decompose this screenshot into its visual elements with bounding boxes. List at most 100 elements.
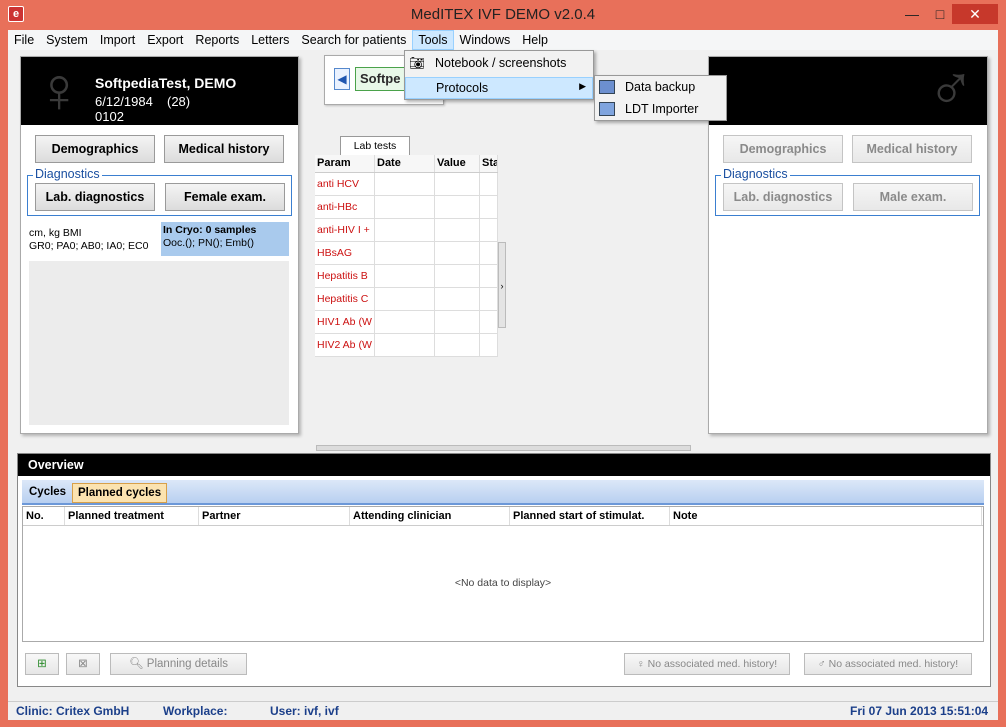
bmi-line: cm, kg BMI	[29, 227, 82, 239]
diagnostics-label: Diagnostics	[33, 167, 102, 181]
patient-id: 0102	[95, 109, 124, 124]
menu-bar: File System Import Export Reports Letter…	[8, 30, 998, 50]
no-data-message: <No data to display>	[454, 577, 552, 589]
col-planned-treatment[interactable]: Planned treatment	[65, 507, 199, 525]
female-panel: ♀ SoftpediaTest, DEMO 6/12/1984 (28) 010…	[20, 54, 299, 434]
cryo-title: In Cryo: 0 samples	[163, 224, 257, 236]
table-row[interactable]: HIV2 Ab (W	[315, 334, 498, 357]
male-icon: ♂	[817, 658, 826, 670]
status-user: User: ivf, ivf	[270, 704, 339, 718]
horizontal-splitter[interactable]	[316, 445, 691, 451]
table-row[interactable]: anti-HIV I +	[315, 219, 498, 242]
menu-item-protocols[interactable]: Protocols ▶	[405, 77, 593, 99]
col-partner[interactable]: Partner	[199, 507, 350, 525]
col-param[interactable]: Param	[315, 155, 375, 172]
table-row[interactable]: Hepatitis B	[315, 265, 498, 288]
table-row[interactable]: anti HCV	[315, 173, 498, 196]
delete-icon: ⊠	[78, 658, 88, 670]
table-row[interactable]: Hepatitis C	[315, 288, 498, 311]
male-exam-button[interactable]: Male exam.	[853, 183, 973, 211]
add-cycle-button[interactable]: ⊞	[25, 653, 59, 675]
female-demographics-button[interactable]: Demographics	[35, 135, 155, 163]
menu-item-notebook[interactable]: 📷︎ Notebook / screenshots	[405, 53, 593, 75]
delete-cycle-button[interactable]: ⊠	[66, 653, 100, 675]
female-info: cm, kg BMI GR0; PA0; AB0; IA0; EC0	[29, 227, 148, 253]
col-planned-start[interactable]: Planned start of stimulat.	[510, 507, 670, 525]
back-arrow-icon[interactable]: ◀	[334, 68, 350, 90]
male-symbol-icon: ♂	[927, 52, 975, 124]
protocols-submenu: Data backup LDT Importer	[594, 75, 727, 121]
overview-tabs: Cycles Planned cycles	[22, 480, 984, 505]
col-no[interactable]: No.	[23, 507, 65, 525]
lab-tests-header: Param Date Value Sta	[315, 155, 498, 173]
col-value[interactable]: Value	[435, 155, 480, 172]
male-lab-diagnostics-button[interactable]: Lab. diagnostics	[723, 183, 843, 211]
female-notes-area	[29, 261, 289, 425]
submenu-arrow-icon: ▶	[579, 81, 586, 91]
menu-item-data-backup[interactable]: Data backup	[595, 77, 726, 99]
status-workplace: Workplace:	[163, 704, 228, 718]
menu-search-for-patients[interactable]: Search for patients	[295, 30, 412, 50]
tab-lab-tests[interactable]: Lab tests	[340, 136, 410, 156]
menu-letters[interactable]: Letters	[245, 30, 295, 50]
female-symbol-icon: ♀	[35, 54, 83, 126]
diagnostics-label: Diagnostics	[721, 167, 790, 181]
lab-param: HBsAG	[315, 242, 375, 264]
menu-item-data-backup-label: Data backup	[625, 80, 696, 94]
menu-file[interactable]: File	[8, 30, 40, 50]
cryo-info[interactable]: In Cryo: 0 samples Ooc.(); PN(); Emb()	[161, 222, 289, 256]
male-no-history-button[interactable]: ♂ No associated med. history!	[804, 653, 972, 675]
menu-windows[interactable]: Windows	[454, 30, 517, 50]
menu-system[interactable]: System	[40, 30, 94, 50]
col-date[interactable]: Date	[375, 155, 435, 172]
tools-menu: 📷︎ Notebook / screenshots Protocols ▶	[404, 50, 594, 100]
female-icon: ♀	[636, 658, 645, 670]
backup-icon	[599, 80, 615, 94]
lab-param: HIV1 Ab (W	[315, 311, 375, 333]
menu-import[interactable]: Import	[94, 30, 141, 50]
female-lab-diagnostics-button[interactable]: Lab. diagnostics	[35, 183, 155, 211]
add-icon: ⊞	[37, 658, 47, 670]
female-header: ♀ SoftpediaTest, DEMO 6/12/1984 (28) 010…	[21, 54, 298, 126]
male-medical-history-button[interactable]: Medical history	[852, 135, 972, 163]
table-row[interactable]: HIV1 Ab (W	[315, 311, 498, 334]
female-medical-history-button[interactable]: Medical history	[164, 135, 284, 163]
male-no-history-label: No associated med. history!	[828, 658, 959, 670]
menu-export[interactable]: Export	[141, 30, 189, 50]
col-note[interactable]: Note	[670, 507, 982, 525]
lab-param: Hepatitis B	[315, 265, 375, 287]
planned-cycles-grid: No. Planned treatment Partner Attending …	[22, 506, 984, 642]
import-icon	[599, 102, 615, 116]
tab-planned-cycles[interactable]: Planned cycles	[72, 483, 168, 503]
table-row[interactable]: HBsAG	[315, 242, 498, 265]
male-panel: ♂ Demographics Medical history Diagnosti…	[708, 52, 988, 434]
title-bar: e MedITEX IVF DEMO v2.0.4 — □ ✕	[0, 0, 1006, 30]
camera-icon: 📷︎	[409, 56, 425, 70]
lab-tests-table: Param Date Value Sta anti HCV anti-HBc a…	[315, 155, 498, 357]
planning-details-label: Planning details	[146, 658, 228, 670]
table-row[interactable]: anti-HBc	[315, 196, 498, 219]
menu-reports[interactable]: Reports	[189, 30, 245, 50]
menu-item-ldt-importer[interactable]: LDT Importer	[595, 99, 726, 121]
female-no-history-label: No associated med. history!	[647, 658, 778, 670]
menu-item-ldt-importer-label: LDT Importer	[625, 102, 699, 116]
maximize-button[interactable]: □	[926, 4, 954, 24]
vertical-splitter[interactable]: ›	[498, 242, 506, 328]
female-no-history-button[interactable]: ♀ No associated med. history!	[624, 653, 790, 675]
col-attending-clinician[interactable]: Attending clinician	[350, 507, 510, 525]
col-status[interactable]: Sta	[480, 155, 498, 172]
male-demographics-button[interactable]: Demographics	[723, 135, 843, 163]
lab-param: anti-HIV I +	[315, 219, 375, 241]
lab-param: HIV2 Ab (W	[315, 334, 375, 356]
menu-item-notebook-label: Notebook / screenshots	[435, 56, 567, 70]
minimize-button[interactable]: —	[898, 4, 926, 24]
close-button[interactable]: ✕	[952, 4, 998, 24]
menu-tools[interactable]: Tools	[412, 30, 454, 50]
menu-help[interactable]: Help	[516, 30, 554, 50]
patient-dob: 6/12/1984	[95, 94, 153, 109]
planning-details-button[interactable]: 🔍︎ Planning details	[110, 653, 247, 675]
tab-cycles[interactable]: Cycles	[24, 483, 71, 503]
client-area: File System Import Export Reports Letter…	[8, 30, 998, 720]
female-exam-button[interactable]: Female exam.	[165, 183, 285, 211]
patient-name: SoftpediaTest, DEMO	[95, 75, 237, 91]
